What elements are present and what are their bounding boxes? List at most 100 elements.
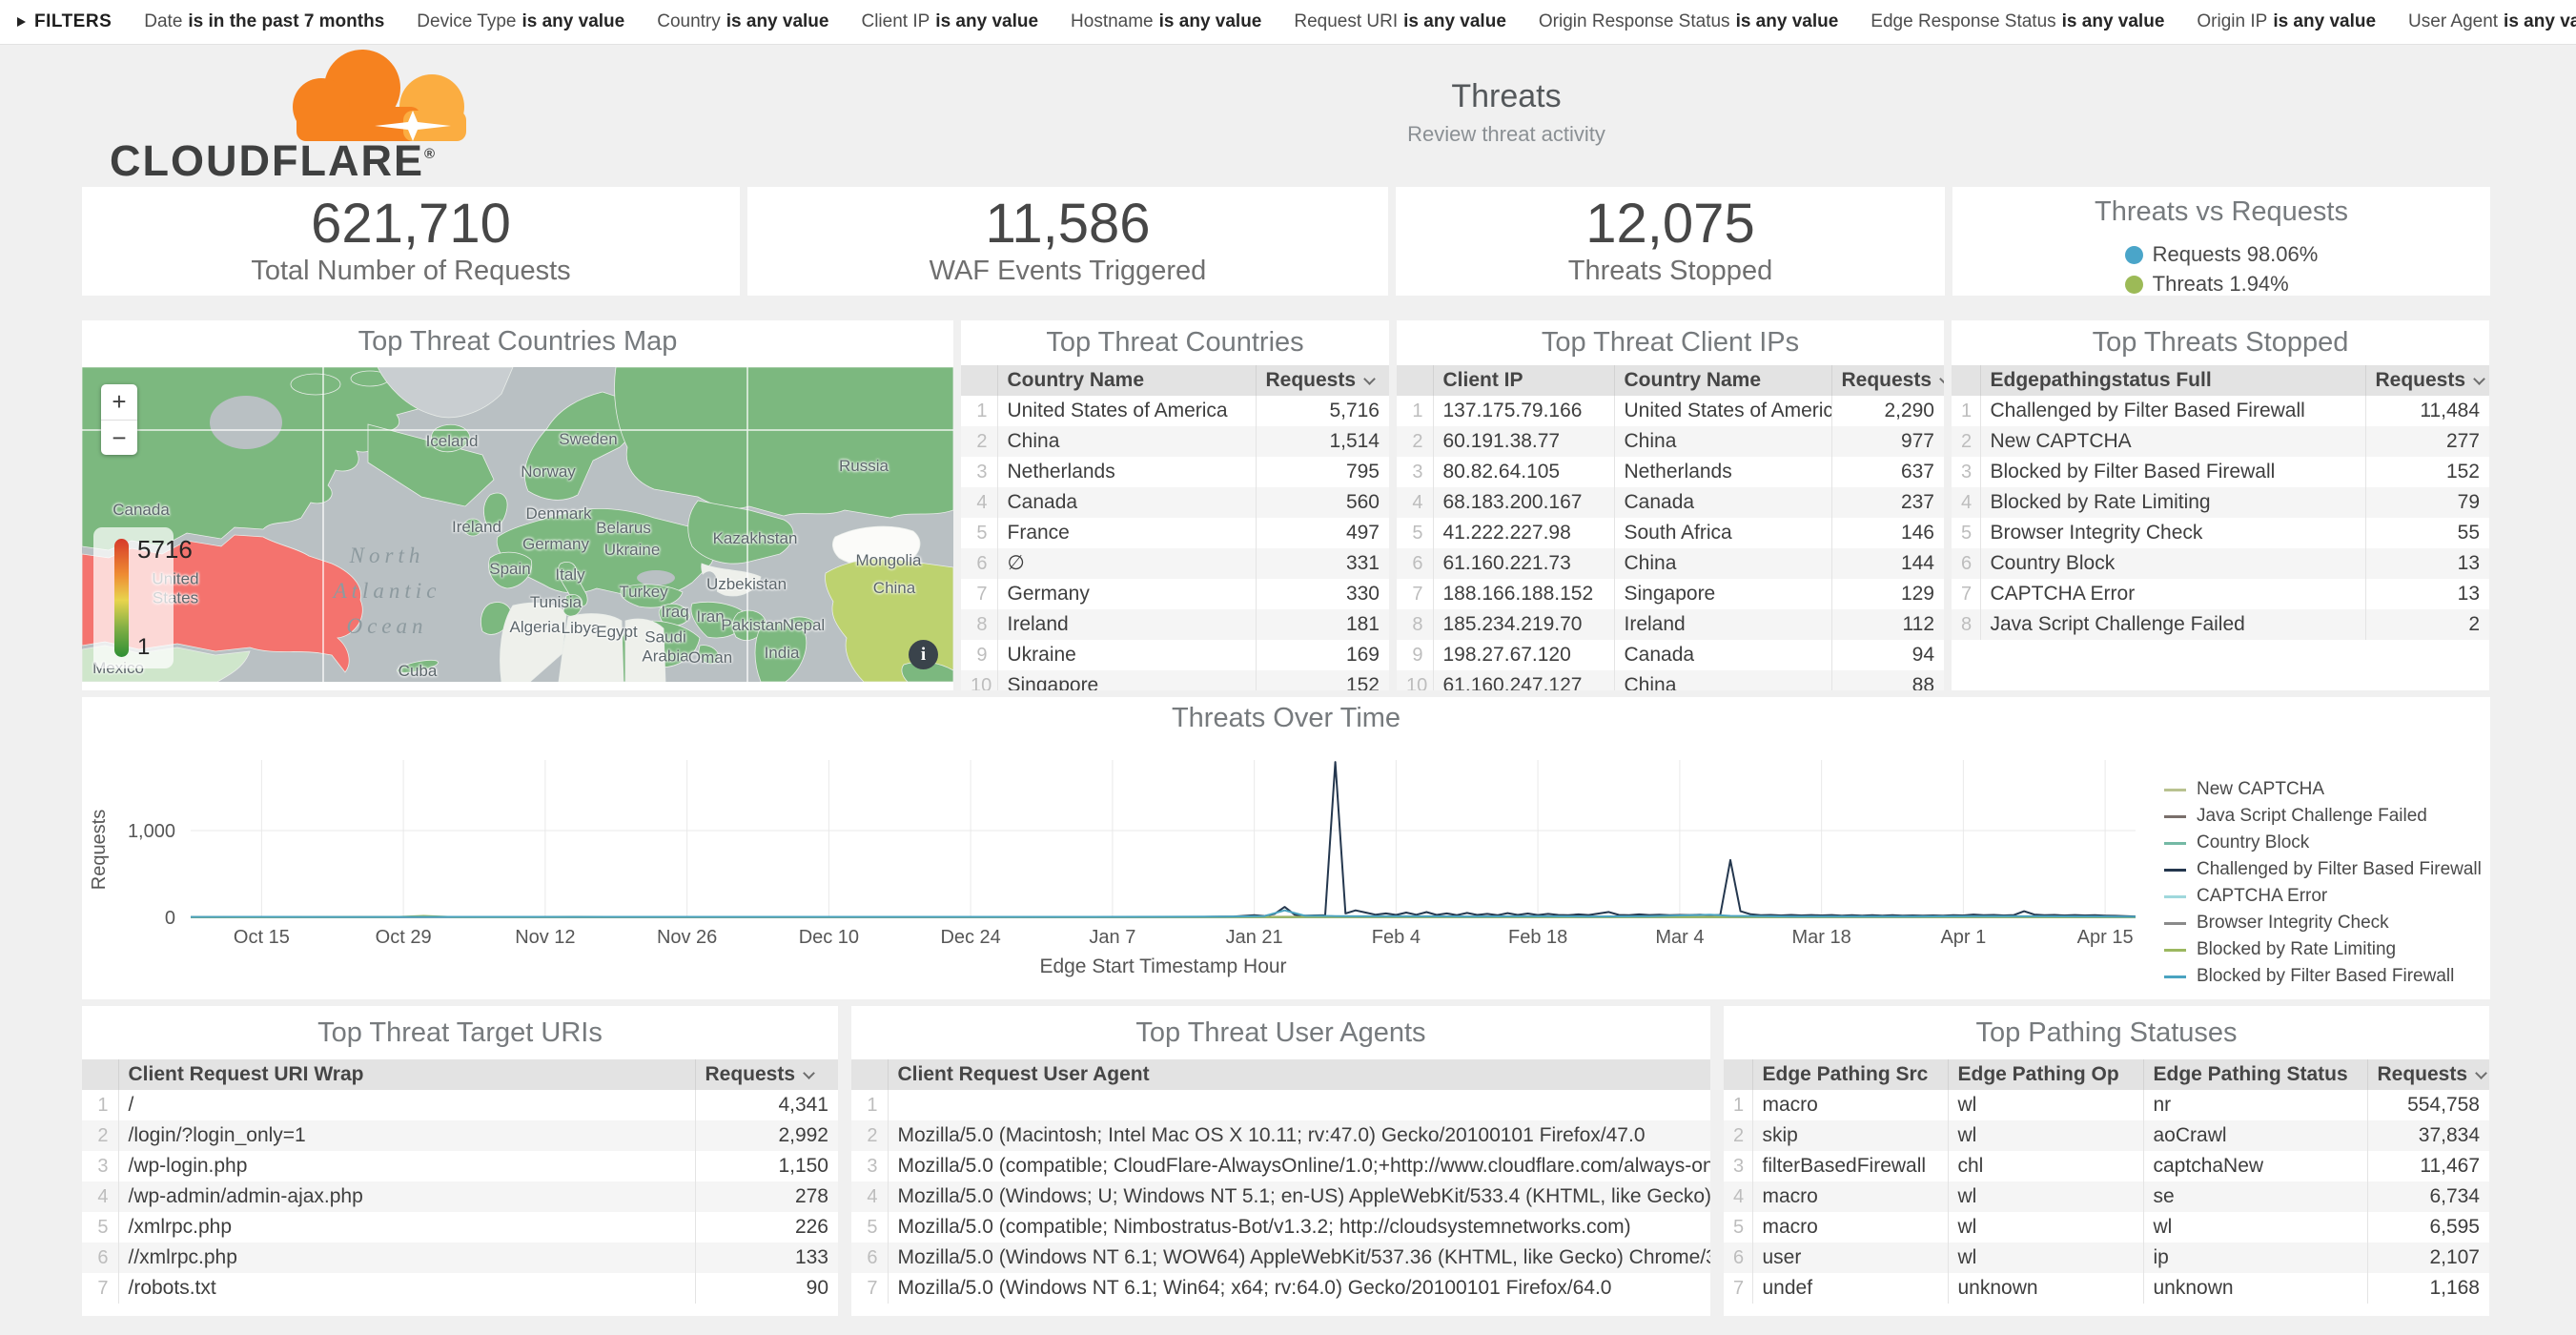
- filter-value: is any value: [2504, 11, 2576, 31]
- table-row[interactable]: 7/robots.txt90: [82, 1273, 838, 1304]
- table-row[interactable]: 1: [851, 1090, 1710, 1120]
- table-row[interactable]: 1Challenged by Filter Based Firewall11,4…: [1952, 396, 2489, 426]
- legend-item[interactable]: Country Block: [2164, 832, 2482, 853]
- sort-chevron-icon[interactable]: [1363, 373, 1376, 385]
- legend-item[interactable]: Blocked by Rate Limiting: [2164, 939, 2482, 960]
- sort-chevron-icon[interactable]: [2475, 1067, 2487, 1079]
- filter-chip[interactable]: Request URIis any value: [1294, 11, 1506, 32]
- table-row[interactable]: 468.183.200.167Canada237: [1397, 487, 1944, 518]
- cell: China: [997, 426, 1256, 457]
- table-row[interactable]: 380.82.64.105Netherlands637: [1397, 457, 1944, 487]
- table-row[interactable]: 3/wp-login.php1,150: [82, 1151, 838, 1181]
- legend-item: Requests 98.06%: [2125, 242, 2319, 267]
- column-header[interactable]: Edgepathingstatus Full: [1980, 365, 2365, 396]
- table-row[interactable]: 10Singapore152: [961, 670, 1389, 690]
- table-row[interactable]: 541.222.227.98South Africa146: [1397, 518, 1944, 548]
- filter-chip[interactable]: Countryis any value: [657, 11, 828, 32]
- filter-chip[interactable]: Client IPis any value: [861, 11, 1038, 32]
- table-row[interactable]: 7CAPTCHA Error13: [1952, 579, 2489, 609]
- zoom-in-button[interactable]: +: [101, 384, 137, 420]
- column-header[interactable]: Edge Pathing Src: [1752, 1059, 1948, 1090]
- table-row[interactable]: 2New CAPTCHA277: [1952, 426, 2489, 457]
- sort-chevron-icon[interactable]: [2473, 373, 2485, 385]
- column-header[interactable]: Requests: [1256, 365, 1389, 396]
- legend-item[interactable]: Blocked by Filter Based Firewall: [2164, 966, 2482, 987]
- table-row[interactable]: 9198.27.67.120Canada94: [1397, 640, 1944, 670]
- table-row[interactable]: 3Netherlands795: [961, 457, 1389, 487]
- table-row[interactable]: 7Germany330: [961, 579, 1389, 609]
- table-row[interactable]: 5Browser Integrity Check55: [1952, 518, 2489, 548]
- table-row[interactable]: 4Mozilla/5.0 (Windows; U; Windows NT 5.1…: [851, 1181, 1710, 1212]
- filter-chip[interactable]: Origin Response Statusis any value: [1539, 11, 1838, 32]
- filter-chip[interactable]: User Agentis any value: [2408, 11, 2576, 32]
- threats-over-time-chart[interactable]: Oct 15Oct 29Nov 12Nov 26Dec 10Dec 24Jan …: [82, 697, 2490, 999]
- column-header[interactable]: Country Name: [1614, 365, 1831, 396]
- column-header[interactable]: Requests: [2365, 365, 2489, 396]
- cell: 80.82.64.105: [1433, 457, 1614, 487]
- table-row[interactable]: 661.160.221.73China144: [1397, 548, 1944, 579]
- cell: Blocked by Filter Based Firewall: [1980, 457, 2365, 487]
- table-row[interactable]: 6userwlip2,107: [1724, 1243, 2489, 1273]
- table-row[interactable]: 5Mozilla/5.0 (compatible; Nimbostratus-B…: [851, 1212, 1710, 1243]
- zoom-out-button[interactable]: −: [101, 420, 137, 455]
- table-row[interactable]: 3Mozilla/5.0 (compatible; CloudFlare-Alw…: [851, 1151, 1710, 1181]
- table-row[interactable]: 9Ukraine169: [961, 640, 1389, 670]
- table-row[interactable]: 1/4,341: [82, 1090, 838, 1120]
- cell: ip: [2143, 1243, 2367, 1273]
- filters-toggle[interactable]: FILTERS: [17, 11, 112, 32]
- table-row[interactable]: 260.191.38.77China977: [1397, 426, 1944, 457]
- cell: 277: [2365, 426, 2489, 457]
- column-header[interactable]: Requests: [1831, 365, 1944, 396]
- column-header[interactable]: Client Request URI Wrap: [118, 1059, 695, 1090]
- table-row[interactable]: 3Blocked by Filter Based Firewall152: [1952, 457, 2489, 487]
- table-row[interactable]: 1macrowlnr554,758: [1724, 1090, 2489, 1120]
- table-row[interactable]: 4macrowlse6,734: [1724, 1181, 2489, 1212]
- table-row[interactable]: 5/xmlrpc.php226: [82, 1212, 838, 1243]
- legend-item[interactable]: Challenged by Filter Based Firewall: [2164, 859, 2482, 880]
- table-row[interactable]: 4/wp-admin/admin-ajax.php278: [82, 1181, 838, 1212]
- cell: 2,992: [695, 1120, 838, 1151]
- table-row[interactable]: 6//xmlrpc.php133: [82, 1243, 838, 1273]
- table-row[interactable]: 2/login/?login_only=12,992: [82, 1120, 838, 1151]
- column-header[interactable]: Client IP: [1433, 365, 1614, 396]
- column-header[interactable]: Country Name: [997, 365, 1256, 396]
- column-header[interactable]: Edge Pathing Status: [2143, 1059, 2367, 1090]
- table-row[interactable]: 6∅331: [961, 548, 1389, 579]
- info-icon[interactable]: i: [909, 640, 938, 669]
- table-row[interactable]: 6Country Block13: [1952, 548, 2489, 579]
- table-row[interactable]: 7undefunknownunknown1,168: [1724, 1273, 2489, 1304]
- world-map[interactable]: CanadaUnited StatesMexicoCubaIcelandIrel…: [82, 367, 953, 682]
- table-row[interactable]: 1United States of America5,716: [961, 396, 1389, 426]
- filter-chip[interactable]: Origin IPis any value: [2197, 11, 2376, 32]
- legend-item[interactable]: Java Script Challenge Failed: [2164, 806, 2482, 827]
- table-row[interactable]: 7Mozilla/5.0 (Windows NT 6.1; Win64; x64…: [851, 1273, 1710, 1304]
- column-header[interactable]: Requests: [2367, 1059, 2489, 1090]
- sort-chevron-icon[interactable]: [803, 1067, 815, 1079]
- table-row[interactable]: 2China1,514: [961, 426, 1389, 457]
- table-row[interactable]: 5macrowlwl6,595: [1724, 1212, 2489, 1243]
- table-row[interactable]: 2skipwlaoCrawl37,834: [1724, 1120, 2489, 1151]
- table-row[interactable]: 8Ireland181: [961, 609, 1389, 640]
- legend-item[interactable]: CAPTCHA Error: [2164, 886, 2482, 907]
- column-header[interactable]: Requests: [695, 1059, 838, 1090]
- legend-item[interactable]: Browser Integrity Check: [2164, 913, 2482, 934]
- table-row[interactable]: 1137.175.79.166United States of America2…: [1397, 396, 1944, 426]
- column-header[interactable]: Edge Pathing Op: [1948, 1059, 2143, 1090]
- filter-chip[interactable]: Edge Response Statusis any value: [1871, 11, 2164, 32]
- legend-item[interactable]: New CAPTCHA: [2164, 779, 2482, 800]
- table-row[interactable]: 8185.234.219.70Ireland112: [1397, 609, 1944, 640]
- filter-chip[interactable]: Hostnameis any value: [1071, 11, 1261, 32]
- table-row[interactable]: 1061.160.247.127China88: [1397, 670, 1944, 690]
- filter-chip[interactable]: Device Typeis any value: [417, 11, 624, 32]
- filter-chip[interactable]: Dateis in the past 7 months: [144, 11, 384, 32]
- table-row[interactable]: 7188.166.188.152Singapore129: [1397, 579, 1944, 609]
- table-row[interactable]: 2Mozilla/5.0 (Macintosh; Intel Mac OS X …: [851, 1120, 1710, 1151]
- table-row[interactable]: 4Canada560: [961, 487, 1389, 518]
- table-row[interactable]: 3filterBasedFirewallchlcaptchaNew11,467: [1724, 1151, 2489, 1181]
- table-row[interactable]: 8Java Script Challenge Failed2: [1952, 609, 2489, 640]
- column-header[interactable]: Client Request User Agent: [888, 1059, 1710, 1090]
- sort-chevron-icon[interactable]: [1939, 373, 1944, 385]
- table-row[interactable]: 5France497: [961, 518, 1389, 548]
- table-row[interactable]: 4Blocked by Rate Limiting79: [1952, 487, 2489, 518]
- table-row[interactable]: 6Mozilla/5.0 (Windows NT 6.1; WOW64) App…: [851, 1243, 1710, 1273]
